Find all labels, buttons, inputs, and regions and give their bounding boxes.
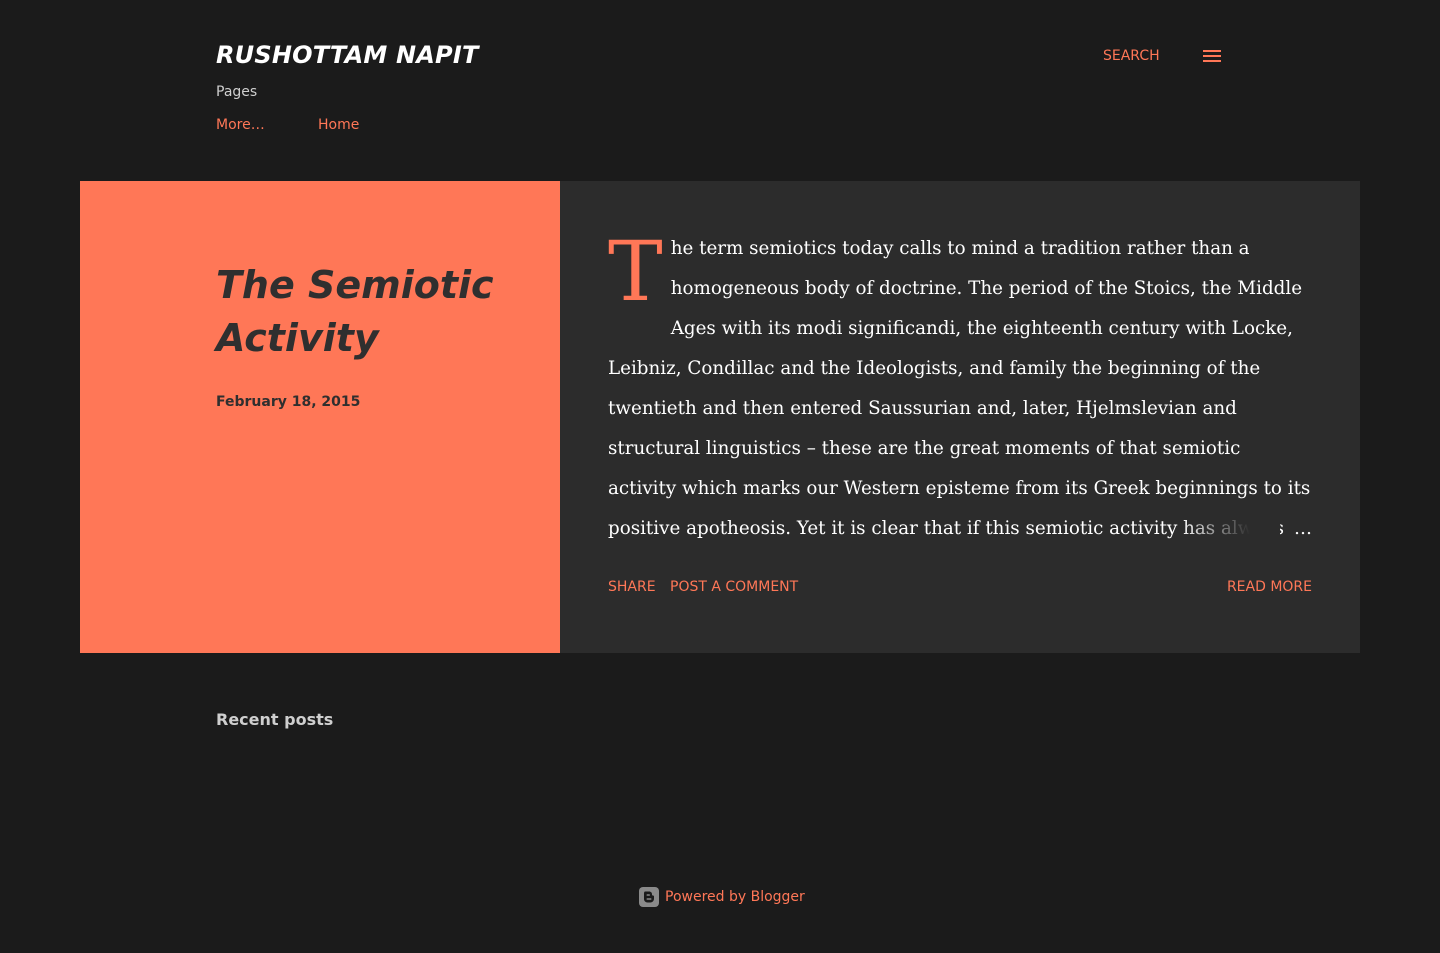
drop-cap: T [608, 229, 663, 320]
powered-by-label: Powered by Blogger [665, 889, 805, 905]
site-title[interactable]: Rushottam Napit [216, 36, 479, 74]
nav-home-link[interactable]: Home [318, 115, 359, 135]
post-comment-link[interactable]: Post a Comment [670, 577, 798, 597]
pages-label: Pages [216, 84, 258, 100]
blogger-icon [639, 887, 659, 907]
powered-by-blogger-link[interactable]: Powered by Blogger [639, 886, 805, 908]
nav-more-link[interactable]: More… [216, 115, 265, 135]
post-snippet-text: he term semiotics today calls to mind a … [608, 238, 1311, 539]
post-date[interactable]: February 18, 2015 [216, 392, 360, 412]
snippet-fade [1180, 511, 1280, 551]
hamburger-menu-icon[interactable] [1202, 49, 1222, 63]
search-button[interactable]: Search [1103, 46, 1160, 66]
recent-posts-heading: Recent posts [216, 710, 334, 729]
post-header-panel: The Semiotic Activity February 18, 2015 [80, 181, 560, 653]
post-card: The Semiotic Activity February 18, 2015 … [80, 181, 1360, 653]
post-snippet: The term semiotics today calls to mind a… [608, 229, 1313, 549]
snippet-ellipsis: … [1294, 518, 1312, 539]
post-body-panel: The term semiotics today calls to mind a… [560, 181, 1360, 653]
share-button[interactable]: Share [608, 577, 656, 597]
read-more-link[interactable]: Read more [1227, 577, 1312, 597]
post-title[interactable]: The Semiotic Activity [216, 259, 516, 365]
